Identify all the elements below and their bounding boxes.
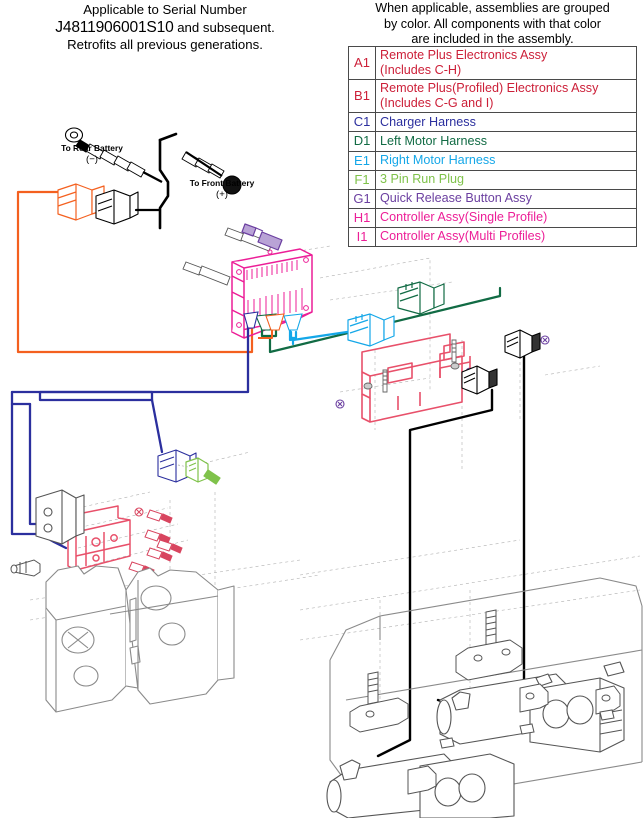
orange-battery-lead-wire: [16, 190, 260, 354]
rear-battery-callout: To Rear Battery (−): [48, 143, 136, 165]
charger-socket-barrel: [10, 559, 41, 577]
black-mating-connector: [95, 189, 139, 225]
run-plug-3pin: [185, 457, 221, 485]
left-motor-connector: [397, 281, 445, 315]
rear-battery-callout-text: To Rear Battery: [61, 143, 123, 153]
right-motor-connector: [347, 313, 395, 347]
rear-battery-lead-tail: [142, 170, 163, 184]
charger-socket-plate: [35, 489, 85, 545]
exploded-assembly-drawing: [10, 127, 643, 818]
motor-plug-upper: [504, 329, 541, 359]
right-motor-harness-boot: [283, 313, 303, 331]
front-battery-callout: To Front Battery (+): [176, 178, 268, 200]
front-battery-callout-sign: (+): [216, 188, 228, 200]
rear-battery-callout-sign: (−): [86, 153, 98, 165]
bracket-fasteners-red: [128, 507, 183, 576]
front-battery-callout-text: To Front Battery: [189, 178, 255, 188]
